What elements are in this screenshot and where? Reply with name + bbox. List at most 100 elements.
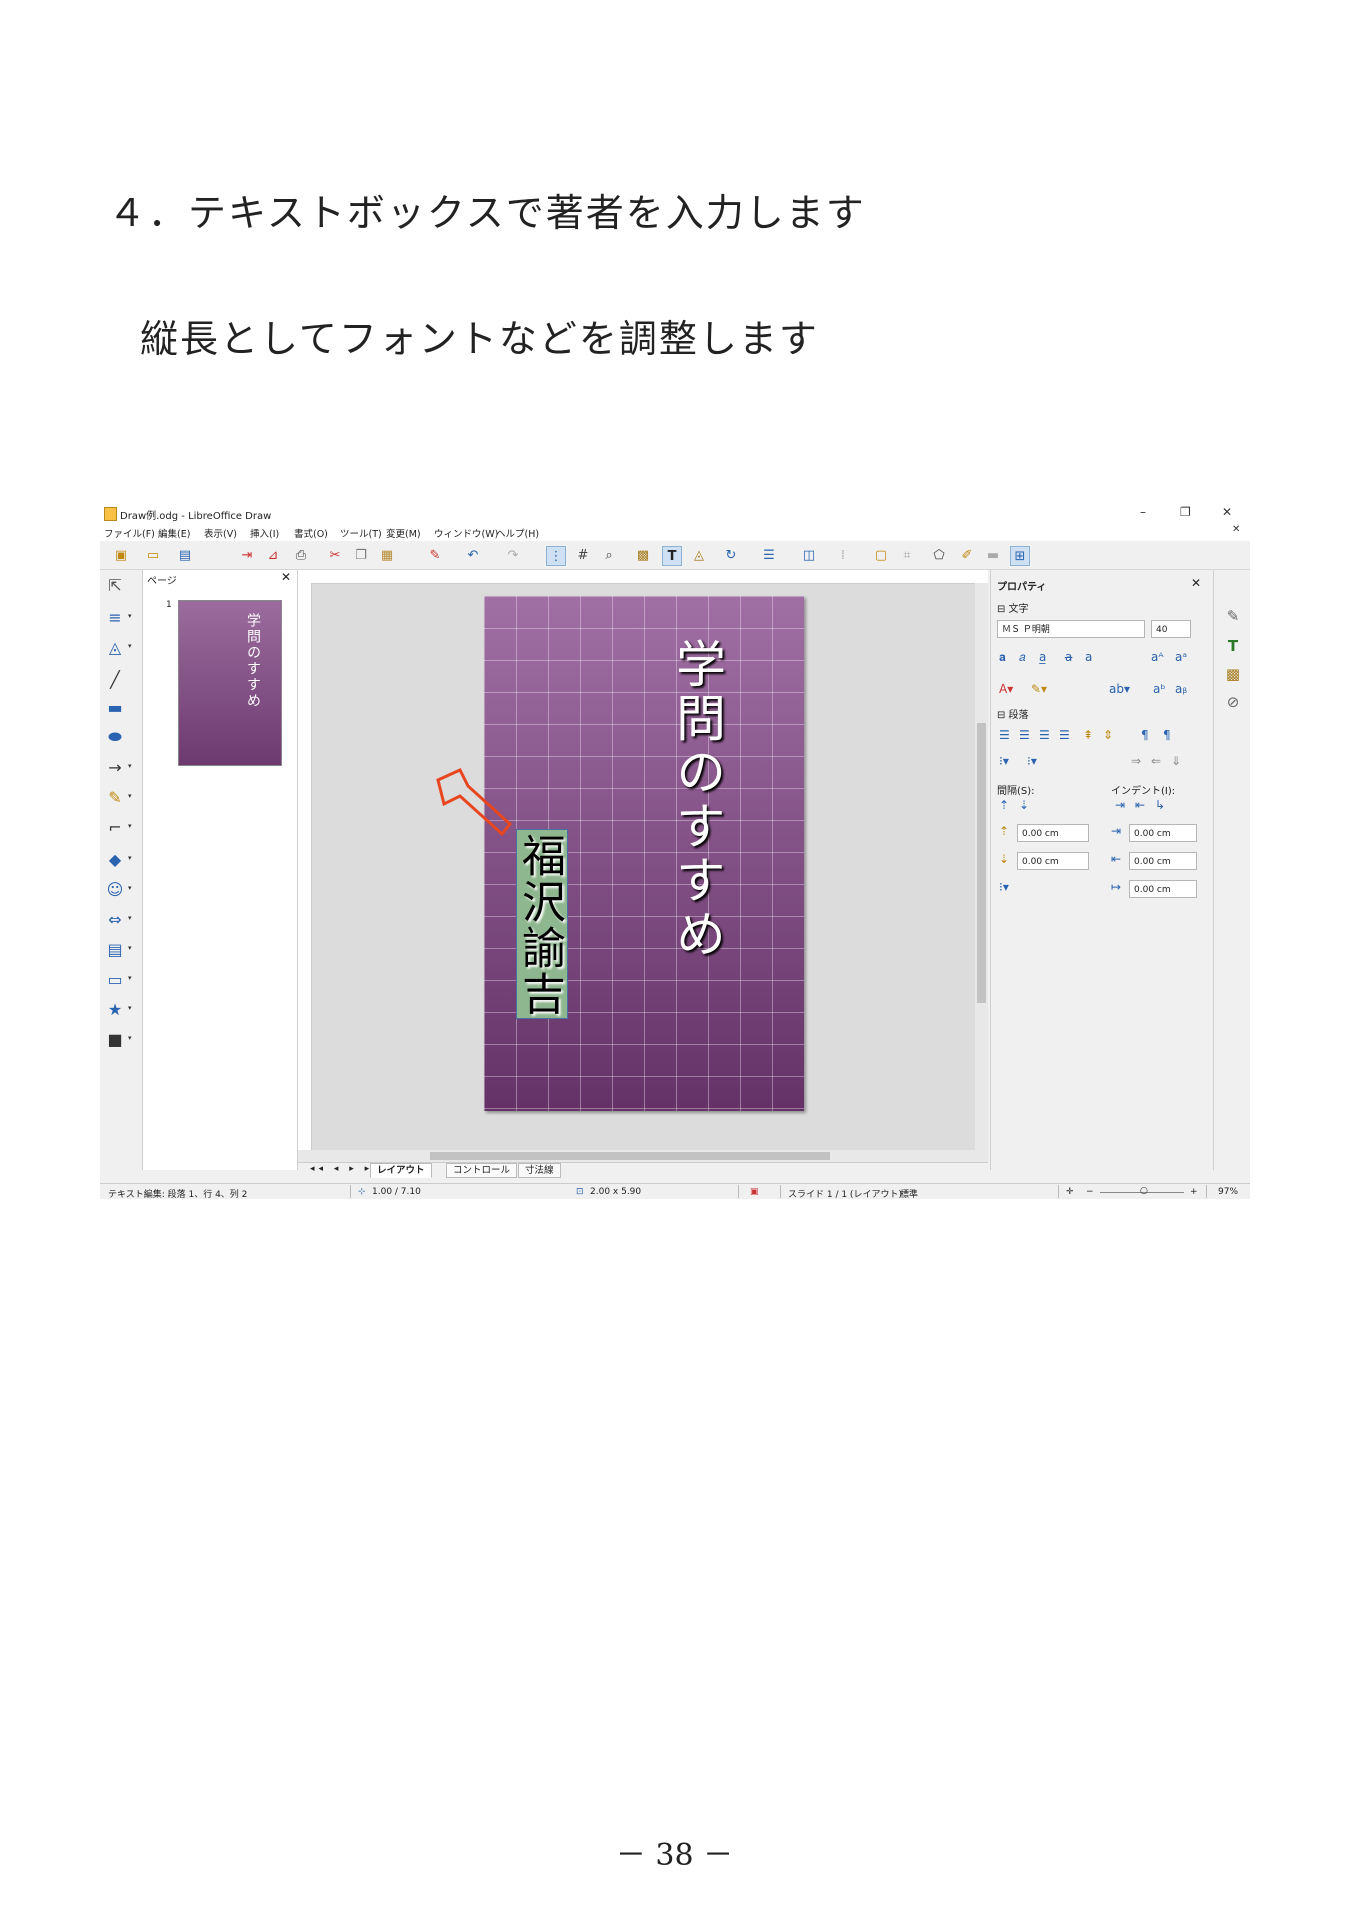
decrease-spacing-icon[interactable]: ⇣	[1019, 798, 1029, 812]
paragraph-section-header[interactable]: ⊟ 段落	[997, 706, 1029, 721]
horizontal-scrollbar-thumb[interactable]	[430, 1152, 830, 1160]
insert-textbox-icon[interactable]: T	[662, 546, 682, 566]
increase-spacing-icon[interactable]: ⇡	[999, 798, 1009, 812]
export-icon[interactable]: ⇥	[238, 546, 256, 564]
block-arrows-icon[interactable]: ⇔ ▾	[104, 908, 131, 930]
shrink-font-icon[interactable]: aᵃ	[1175, 650, 1187, 664]
grid-icon[interactable]: ⋮	[546, 546, 566, 566]
shadow-text-icon[interactable]: a	[1085, 650, 1092, 664]
insert-image-icon[interactable]: ▩	[634, 546, 652, 564]
tab-layout[interactable]: レイアウト	[370, 1163, 432, 1178]
author-text[interactable]: 福沢諭吉	[514, 833, 565, 1017]
slide-thumbnail[interactable]: 学問のすすめ	[178, 600, 282, 766]
stars-icon[interactable]: ★ ▾	[104, 998, 132, 1020]
select-at-area-icon[interactable]: ⊞	[1010, 546, 1030, 566]
fit-page-icon[interactable]: ✛	[1066, 1187, 1074, 1197]
horizontal-ruler[interactable]	[298, 570, 988, 584]
tab-dimension-lines[interactable]: 寸法線	[518, 1163, 561, 1178]
font-color-icon[interactable]: A▾	[999, 682, 1013, 696]
align-center-icon[interactable]: ☰	[1019, 728, 1030, 742]
highlight-icon[interactable]: ✎▾	[1031, 682, 1047, 696]
minimize-button[interactable]: –	[1140, 505, 1146, 519]
zoom-slider-thumb[interactable]: ○	[1140, 1186, 1148, 1196]
callouts-icon[interactable]: ▭ ▾	[104, 968, 131, 990]
ellipse-tool-icon[interactable]: ⬬	[104, 726, 126, 748]
indent-increase-icon[interactable]: ⇥	[1115, 798, 1125, 812]
points-icon[interactable]: ⬠	[930, 546, 948, 564]
shadow-icon[interactable]: ▢	[872, 546, 890, 564]
clone-formatting-icon[interactable]: ✎	[426, 546, 444, 564]
align-icon[interactable]: ☰	[760, 546, 778, 564]
hanging-indent-icon[interactable]: ↳	[1155, 798, 1165, 812]
above-paragraph-spacing-field[interactable]: 0.00 cm	[1017, 824, 1089, 842]
increase-indent-icon[interactable]: ⇒	[1131, 754, 1141, 768]
zoom-out-button[interactable]: −	[1086, 1187, 1094, 1197]
properties-close-button[interactable]: ✕	[1191, 576, 1201, 590]
menu-insert[interactable]: 挿入(I)	[250, 526, 279, 540]
italic-icon[interactable]: 𝑎	[1019, 650, 1026, 665]
menu-window[interactable]: ウィンドウ(W)	[434, 526, 498, 540]
zoom-icon[interactable]: ⌕	[600, 546, 618, 564]
undo-icon[interactable]: ↶	[464, 546, 482, 564]
zoom-in-button[interactable]: +	[1190, 1187, 1198, 1197]
menu-edit[interactable]: 編集(E)	[158, 526, 190, 540]
bullets-icon[interactable]: ⁝▾	[999, 754, 1009, 768]
connector-tool-icon[interactable]: ⌐ ▾	[104, 816, 131, 838]
after-text-indent-field[interactable]: 0.00 cm	[1129, 852, 1197, 870]
distribute-icon[interactable]: ⁞	[834, 546, 852, 564]
paste-icon[interactable]: ▦	[378, 546, 396, 564]
status-zoom[interactable]: 97%	[1218, 1187, 1238, 1197]
decrease-indent-icon[interactable]: ⇐	[1151, 754, 1161, 768]
close-window-button[interactable]: ✕	[1222, 505, 1232, 519]
fill-color-icon[interactable]: ◬ ▾	[104, 636, 132, 658]
gallery-deck-icon[interactable]: ▩	[1223, 664, 1243, 684]
menu-format[interactable]: 書式(O)	[294, 526, 328, 540]
character-spacing-icon[interactable]: ab▾	[1109, 682, 1130, 696]
navigator-deck-icon[interactable]: ⊘	[1223, 692, 1243, 712]
line-spacing-icon[interactable]: ⁝▾	[999, 880, 1009, 894]
basic-shapes-icon[interactable]: ◆ ▾	[104, 848, 132, 870]
helplines-icon[interactable]: #	[574, 546, 592, 564]
indent-decrease-icon[interactable]: ⇤	[1135, 798, 1145, 812]
before-text-indent-field[interactable]: 0.00 cm	[1129, 824, 1197, 842]
open-folder-icon[interactable]: ▭	[144, 546, 162, 564]
toggle-extrusion-icon[interactable]: ▬	[984, 546, 1002, 564]
close-document-button[interactable]: ✕	[1232, 524, 1240, 535]
export-pdf-icon[interactable]: ⊿	[264, 546, 282, 564]
demote-icon[interactable]: ⇓	[1171, 754, 1181, 768]
font-name-combobox[interactable]: ＭＳ Ｐ明朝	[997, 620, 1145, 638]
menu-help[interactable]: ヘルプ(H)	[496, 526, 539, 540]
text-direction-rtl-icon[interactable]: ¶	[1163, 728, 1171, 742]
curve-tool-icon[interactable]: ✎ ▾	[104, 786, 131, 808]
copy-icon[interactable]: ❐	[352, 546, 370, 564]
align-right-icon[interactable]: ☰	[1039, 728, 1050, 742]
numbering-icon[interactable]: ⁝▾	[1027, 754, 1037, 768]
line-arrow-tool-icon[interactable]: → ▾	[104, 756, 131, 778]
styles-deck-icon[interactable]: T	[1223, 636, 1243, 656]
rotate-icon[interactable]: ↻	[722, 546, 740, 564]
menu-tools[interactable]: ツール(T)	[340, 526, 382, 540]
line-tool-icon[interactable]: ╱	[104, 668, 126, 690]
font-size-combobox[interactable]: 40	[1151, 620, 1191, 638]
menu-view[interactable]: 表示(V)	[204, 526, 237, 540]
align-left-icon[interactable]: ☰	[999, 728, 1010, 742]
cut-icon[interactable]: ✂	[326, 546, 344, 564]
save-icon[interactable]: ▤	[176, 546, 194, 564]
menu-file[interactable]: ファイル(F)	[104, 526, 155, 540]
bold-icon[interactable]: 𝐚	[999, 650, 1006, 665]
crop-icon[interactable]: ⌗	[898, 546, 916, 564]
subscript-icon[interactable]: aᵦ	[1175, 682, 1187, 696]
print-icon[interactable]: ⎙	[292, 546, 310, 564]
pages-panel-close-button[interactable]: ✕	[281, 570, 291, 584]
character-section-header[interactable]: ⊟ 文字	[997, 600, 1029, 615]
arrange-icon[interactable]: ◫	[800, 546, 818, 564]
new-document-icon[interactable]: ▣	[112, 546, 130, 564]
underline-icon[interactable]: a̲	[1039, 650, 1046, 664]
document-modified-icon[interactable]: ▣	[750, 1187, 759, 1197]
menu-modify[interactable]: 変更(M)	[386, 526, 421, 540]
symbol-shapes-icon[interactable]: ☺ ▾	[104, 878, 132, 900]
text-direction-ltr-icon[interactable]: ¶	[1141, 728, 1149, 742]
glue-points-icon[interactable]: ✐	[958, 546, 976, 564]
properties-deck-icon[interactable]: ✎	[1223, 606, 1243, 626]
superscript-icon[interactable]: aᵇ	[1153, 682, 1166, 696]
